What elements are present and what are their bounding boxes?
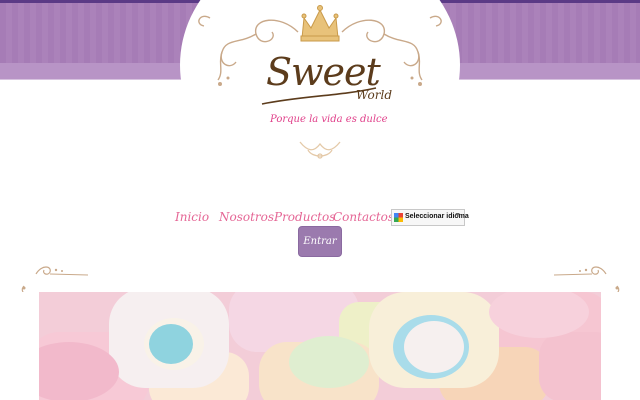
nav-item-contactos[interactable]: Contactos [333,210,394,224]
language-selector[interactable]: Seleccionar idioma ▼ [391,209,469,226]
marshmallow-image-graphic [39,292,601,400]
nav-item-nosotros[interactable]: Nosotros [219,210,274,224]
photo-left-margin [0,292,39,400]
nav-item-inicio[interactable]: Inicio [175,210,209,224]
brand-subtitle: World [356,88,392,102]
left-flourish-icon [35,266,89,276]
site-logo[interactable]: Sweet World Porque la vida es dulce [180,0,460,170]
brand-tagline: Porque la vida es dulce [270,114,388,125]
enter-button[interactable]: Entrar [298,226,342,257]
right-flourish-icon [553,266,607,276]
chevron-down-icon: ▼ [454,212,461,219]
marshmallow-hero-image [39,292,601,400]
photo-right-margin [601,292,640,400]
main-nav: Inicio Nosotros Productos Contactos [0,208,640,228]
nav-item-productos[interactable]: Productos [274,210,335,224]
google-translate-icon [394,213,403,222]
